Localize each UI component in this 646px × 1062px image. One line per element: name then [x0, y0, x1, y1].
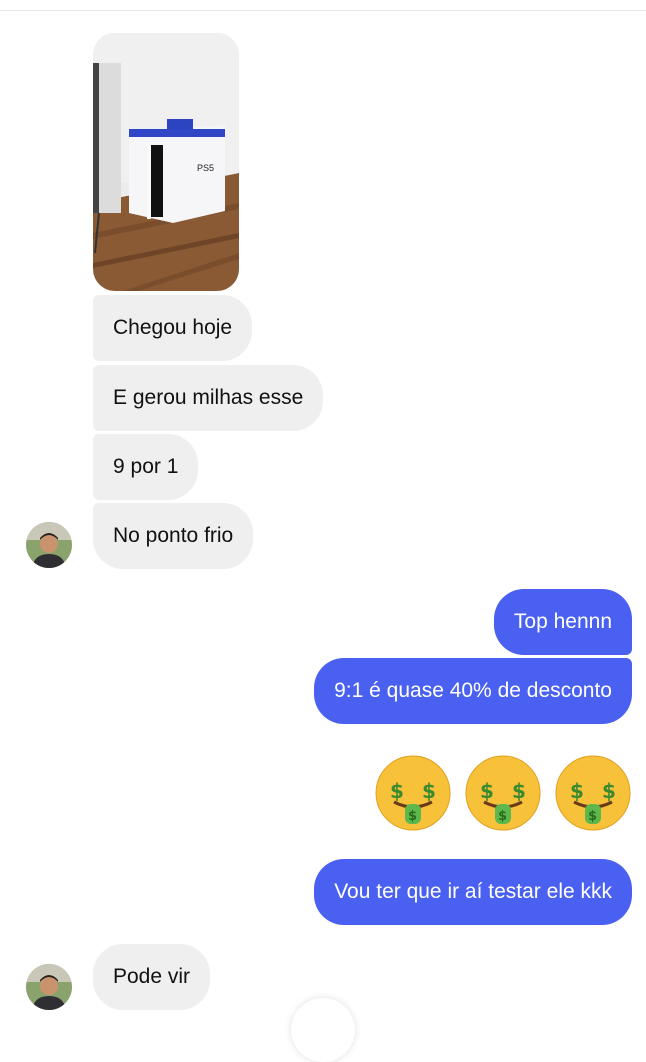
- svg-text:$: $: [588, 809, 597, 824]
- scroll-to-bottom-button[interactable]: [291, 998, 355, 1062]
- message-text: E gerou milhas esse: [113, 386, 304, 409]
- ps5-box-photo: PS5: [93, 33, 239, 291]
- header-divider: [0, 10, 646, 11]
- svg-text:$: $: [408, 809, 417, 824]
- svg-text:$: $: [390, 779, 404, 803]
- photo-message[interactable]: PS5: [93, 33, 239, 291]
- svg-text:$: $: [480, 779, 494, 803]
- message-text: 9:1 é quase 40% de desconto: [334, 679, 612, 702]
- incoming-message[interactable]: E gerou milhas esse: [93, 365, 324, 431]
- svg-text:$: $: [602, 779, 616, 803]
- money-mouth-face-icon: $ $ $: [464, 754, 542, 832]
- svg-text:$: $: [498, 809, 507, 824]
- message-text: 9 por 1: [113, 455, 179, 478]
- ps5-logo-text: PS5: [197, 163, 214, 173]
- message-text: Pode vir: [113, 965, 191, 988]
- incoming-message[interactable]: 9 por 1: [93, 434, 199, 500]
- contact-avatar-icon: [26, 964, 72, 1010]
- outgoing-message[interactable]: 9:1 é quase 40% de desconto: [314, 658, 632, 724]
- message-text: Top hennn: [513, 610, 612, 633]
- contact-avatar-icon: [26, 522, 72, 568]
- message-text: No ponto frio: [113, 524, 234, 547]
- svg-text:$: $: [570, 779, 584, 803]
- incoming-message[interactable]: No ponto frio: [93, 503, 254, 569]
- message-text: Vou ter que ir aí testar ele kkk: [334, 880, 612, 903]
- outgoing-message[interactable]: Top hennn: [493, 589, 632, 655]
- incoming-message[interactable]: Pode vir: [93, 944, 211, 1010]
- money-mouth-face-icon: $ $ $: [374, 754, 452, 832]
- emoji-message[interactable]: $ $ $ $ $ $ $ $ $: [374, 754, 632, 832]
- incoming-message[interactable]: Chegou hoje: [93, 295, 253, 361]
- outgoing-message[interactable]: Vou ter que ir aí testar ele kkk: [314, 859, 632, 925]
- avatar[interactable]: [26, 522, 72, 568]
- money-mouth-face-icon: $ $ $: [554, 754, 632, 832]
- svg-text:$: $: [422, 779, 436, 803]
- message-text: Chegou hoje: [113, 316, 233, 339]
- svg-text:$: $: [512, 779, 526, 803]
- avatar[interactable]: [26, 964, 72, 1010]
